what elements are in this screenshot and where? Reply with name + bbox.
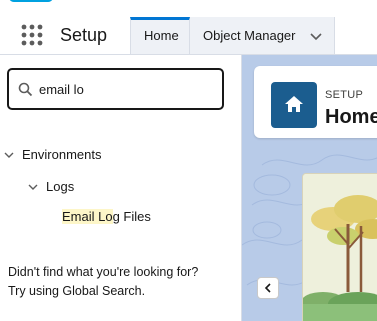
page-title: Home	[325, 106, 377, 128]
setup-home-header-card: SETUP Home	[254, 66, 377, 138]
search-match-highlight: Email Lo	[62, 209, 113, 224]
quick-find-input[interactable]	[39, 78, 214, 100]
quick-find-box[interactable]	[7, 68, 224, 110]
global-header: Setup Home Object Manager	[0, 14, 377, 55]
setup-illustration	[302, 173, 377, 321]
tree-illustration	[303, 174, 377, 321]
tree-node-environments[interactable]: Environments	[4, 147, 101, 163]
chevron-down-icon[interactable]	[310, 30, 322, 42]
tab-home[interactable]: Home	[130, 17, 190, 54]
app-launcher-grid-icon[interactable]	[21, 24, 43, 46]
tree-leaf-email-log-files[interactable]: Email Log Files	[62, 209, 151, 225]
carousel-previous-button[interactable]	[257, 277, 279, 299]
help-line: Didn't find what you're looking for?	[8, 265, 199, 279]
help-line: Try using Global Search.	[8, 284, 146, 298]
tab-object-manager[interactable]: Object Manager	[190, 17, 335, 54]
search-icon	[18, 82, 33, 97]
tree-node-label: Logs	[46, 179, 75, 194]
tree-node-logs[interactable]: Logs	[28, 179, 74, 195]
salesforce-cloud-logo	[9, 0, 53, 2]
tab-object-manager-label: Object Manager	[203, 28, 296, 43]
app-name: Setup	[60, 25, 108, 45]
card-eyebrow: SETUP	[325, 89, 364, 101]
tree-node-label: Environments	[22, 147, 102, 162]
setup-home-content: SETUP Home	[242, 55, 377, 321]
tree-leaf-label-rest: g Files	[112, 209, 151, 224]
home-icon	[285, 96, 303, 112]
home-icon-container	[271, 82, 317, 128]
search-help-text: Didn't find what you're looking for? Try…	[8, 263, 236, 301]
chevron-down-icon[interactable]	[4, 150, 14, 160]
chevron-down-icon[interactable]	[28, 182, 38, 192]
tab-home-label: Home	[144, 28, 179, 43]
setup-sidebar: Environments Logs Email Log Files Didn't…	[0, 55, 242, 321]
chevron-left-icon	[264, 283, 271, 293]
setup-page: Setup Home Object Manager Environments	[0, 0, 377, 321]
